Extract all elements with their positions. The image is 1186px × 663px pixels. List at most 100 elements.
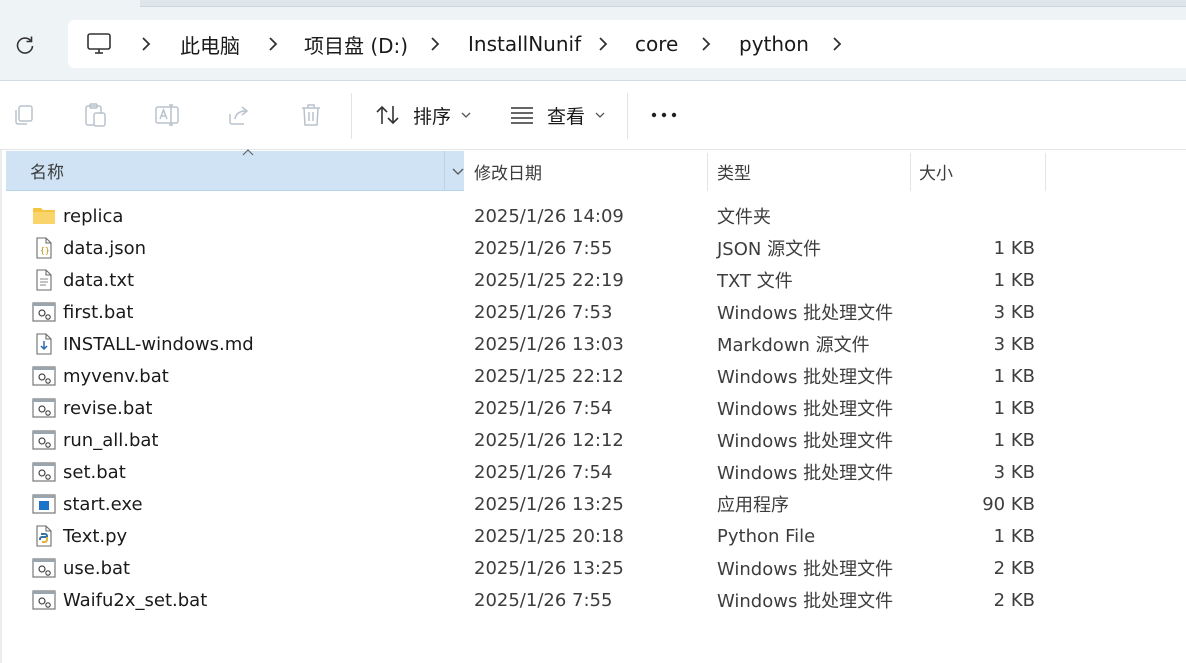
column-header-name[interactable]: 名称 xyxy=(6,149,464,191)
file-date: 2025/1/26 7:54 xyxy=(474,397,613,419)
tab-strip-edge xyxy=(140,0,1186,7)
file-row[interactable]: Text.py 2025/1/25 20:18 Python File 1 KB xyxy=(6,520,1046,552)
more-icon xyxy=(651,112,677,118)
column-divider[interactable] xyxy=(1045,153,1046,191)
rename-button[interactable] xyxy=(151,99,183,131)
toolbar-divider xyxy=(627,93,628,139)
file-name: use.bat xyxy=(63,557,131,579)
text-file-icon xyxy=(32,264,56,296)
file-row[interactable]: {} data.json 2025/1/26 7:55 JSON 源文件 1 KB xyxy=(6,232,1046,264)
sort-icon xyxy=(376,105,399,125)
view-button[interactable]: 查看 xyxy=(509,95,605,135)
file-row[interactable]: set.bat 2025/1/26 7:54 Windows 批处理文件 3 KB xyxy=(6,456,1046,488)
sort-button[interactable]: 排序 xyxy=(375,95,471,135)
file-row[interactable]: use.bat 2025/1/26 13:25 Windows 批处理文件 2 KB xyxy=(6,552,1046,584)
file-type: Windows 批处理文件 xyxy=(717,463,894,484)
file-size: 3 KB xyxy=(993,301,1035,323)
file-type: Windows 批处理文件 xyxy=(717,303,894,324)
breadcrumb-chevron-icon[interactable] xyxy=(699,34,713,54)
file-type: 应用程序 xyxy=(717,495,789,516)
share-icon xyxy=(229,106,249,125)
breadcrumb-chevron-icon[interactable] xyxy=(139,34,153,54)
file-row[interactable]: Waifu2x_set.bat 2025/1/26 7:55 Windows 批处理… xyxy=(6,584,1046,616)
file-date: 2025/1/25 22:12 xyxy=(474,365,624,387)
command-bar: 排序 查看 xyxy=(0,81,1186,150)
file-date: 2025/1/25 22:19 xyxy=(474,269,624,291)
column-divider[interactable] xyxy=(707,153,708,191)
file-size: 1 KB xyxy=(993,269,1035,291)
file-name: run_all.bat xyxy=(63,429,159,451)
column-header-type[interactable]: 类型 xyxy=(709,151,910,191)
breadcrumb-chevron-icon[interactable] xyxy=(266,34,280,54)
more-options-button[interactable] xyxy=(648,99,680,131)
clipboard-icon xyxy=(85,103,106,127)
column-header-size[interactable]: 大小 xyxy=(911,151,1045,191)
copy-button[interactable] xyxy=(7,99,39,131)
breadcrumb-chevron-icon[interactable] xyxy=(428,34,442,54)
file-name: data.txt xyxy=(63,269,135,291)
file-name: Text.py xyxy=(63,525,128,547)
file-row[interactable]: myvenv.bat 2025/1/25 22:12 Windows 批处理文件 1 … xyxy=(6,360,1046,392)
breadcrumb-chevron-icon[interactable] xyxy=(596,34,610,54)
file-date: 2025/1/26 7:55 xyxy=(474,589,613,611)
file-date: 2025/1/26 13:25 xyxy=(474,493,624,515)
svg-text:{}: {} xyxy=(40,246,50,255)
file-row[interactable]: first.bat 2025/1/26 7:53 Windows 批处理文件 3 KB xyxy=(6,296,1046,328)
delete-button[interactable] xyxy=(295,99,327,131)
view-list-icon xyxy=(511,107,533,124)
file-size xyxy=(912,200,1035,232)
python-file-icon xyxy=(32,520,56,552)
navigation-pane-edge xyxy=(0,150,2,663)
batch-file-icon xyxy=(32,392,56,424)
breadcrumb-core[interactable]: core xyxy=(635,20,678,68)
markdown-file-icon xyxy=(32,328,56,360)
file-date: 2025/1/26 12:12 xyxy=(474,429,624,451)
file-name: revise.bat xyxy=(63,397,153,419)
column-type-label: 类型 xyxy=(717,163,751,184)
file-type: Python File xyxy=(717,525,816,547)
file-row[interactable]: run_all.bat 2025/1/26 12:12 Windows 批处理文件 1… xyxy=(6,424,1046,456)
file-size: 1 KB xyxy=(993,365,1035,387)
batch-file-icon xyxy=(32,456,56,488)
file-name: replica xyxy=(63,205,124,227)
column-header-date[interactable]: 修改日期 xyxy=(466,151,708,191)
file-row[interactable]: start.exe 2025/1/26 13:25 应用程序 90 KB xyxy=(6,488,1046,520)
file-size: 1 KB xyxy=(993,397,1035,419)
trash-icon xyxy=(302,104,320,126)
share-button[interactable] xyxy=(223,99,255,131)
file-type: JSON 源文件 xyxy=(717,239,822,260)
file-name: start.exe xyxy=(63,493,143,515)
batch-file-icon xyxy=(32,360,56,392)
file-type: 文件夹 xyxy=(717,207,771,228)
breadcrumb-installnunif[interactable]: InstallNunif xyxy=(468,20,581,68)
address-bar[interactable]: 此电脑 项目盘 (D:) InstallNunif core python xyxy=(68,20,1186,68)
this-pc-button[interactable] xyxy=(86,20,112,68)
file-row[interactable]: replica 2025/1/26 14:09 文件夹 xyxy=(6,200,1046,232)
breadcrumb-drive-d[interactable]: 项目盘 (D:) xyxy=(304,20,408,68)
column-name-label: 名称 xyxy=(30,163,64,183)
file-row[interactable]: data.txt 2025/1/25 22:19 TXT 文件 1 KB xyxy=(6,264,1046,296)
file-name: data.json xyxy=(63,237,147,259)
chevron-down-icon xyxy=(461,112,471,118)
file-row[interactable]: revise.bat 2025/1/26 7:54 Windows 批处理文件 1 K… xyxy=(6,392,1046,424)
file-row[interactable]: INSTALL-windows.md 2025/1/26 13:03 Markdow… xyxy=(6,328,1046,360)
file-type: Markdown 源文件 xyxy=(717,335,870,356)
sort-label: 排序 xyxy=(413,105,452,128)
file-date: 2025/1/26 7:53 xyxy=(474,301,613,323)
sort-ascending-icon xyxy=(242,149,254,156)
batch-file-icon xyxy=(32,424,56,456)
column-size-label: 大小 xyxy=(919,163,953,184)
refresh-button[interactable] xyxy=(8,28,42,62)
copy-icon xyxy=(15,105,33,125)
paste-button[interactable] xyxy=(79,99,111,131)
file-name: INSTALL-windows.md xyxy=(63,333,254,355)
navigation-area: 此电脑 项目盘 (D:) InstallNunif core python xyxy=(0,0,1186,81)
file-type: Windows 批处理文件 xyxy=(717,431,894,452)
breadcrumb-this-pc[interactable]: 此电脑 xyxy=(180,20,240,68)
breadcrumb-chevron-icon[interactable] xyxy=(830,34,844,54)
file-name: first.bat xyxy=(63,301,134,323)
breadcrumb-python[interactable]: python xyxy=(739,20,809,68)
file-date: 2025/1/26 7:54 xyxy=(474,461,613,483)
json-file-icon: {} xyxy=(32,232,56,264)
file-date: 2025/1/26 13:25 xyxy=(474,557,624,579)
